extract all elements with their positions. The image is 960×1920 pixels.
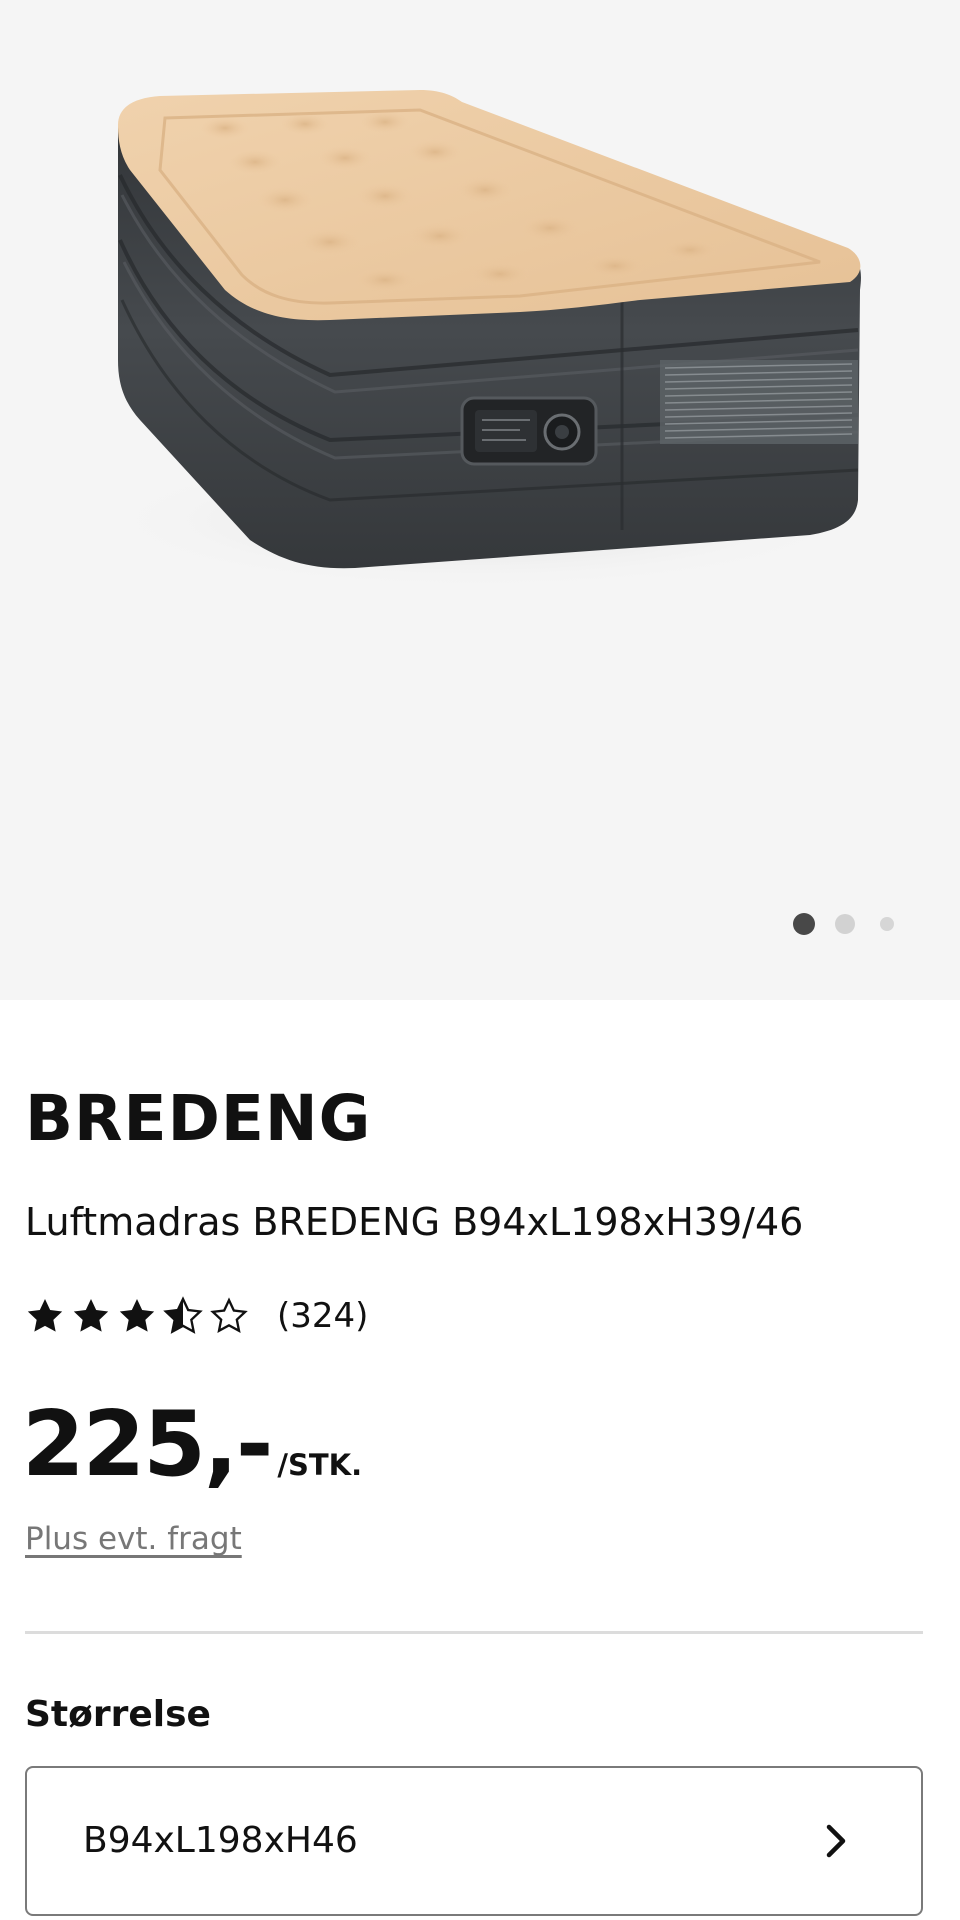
size-label: Størrelse (25, 1694, 211, 1735)
chevron-right-icon (826, 1824, 846, 1858)
gallery-pagination (790, 911, 894, 937)
star-full-icon (73, 1299, 109, 1332)
size-selector[interactable]: B94xL198xH46 (25, 1766, 923, 1916)
review-count: (324) (277, 1296, 369, 1336)
shipping-info-link[interactable]: Plus evt. fragt (25, 1518, 242, 1560)
size-selected-value: B94xL198xH46 (83, 1820, 358, 1861)
star-half-icon (163, 1296, 203, 1334)
price-unit: /STK. (277, 1448, 363, 1482)
product-rating[interactable]: (324) (25, 1292, 368, 1340)
gallery-dot-2[interactable] (835, 914, 855, 934)
rating-stars (25, 1296, 255, 1336)
star-empty-icon (210, 1297, 248, 1334)
price-amount: 225,- (22, 1392, 273, 1497)
product-brand: BREDENG (25, 1082, 372, 1155)
gallery-dot-1-active[interactable] (793, 913, 815, 935)
divider (25, 1631, 923, 1634)
star-full-icon (27, 1299, 63, 1332)
price: 225,- /STK. (22, 1395, 362, 1495)
gallery-dot-3[interactable] (880, 917, 894, 931)
air-mattress-image (100, 90, 861, 590)
product-title: Luftmadras BREDENG B94xL198xH39/46 (25, 1200, 804, 1244)
product-image-gallery[interactable] (0, 0, 960, 1000)
star-full-icon (119, 1299, 155, 1332)
